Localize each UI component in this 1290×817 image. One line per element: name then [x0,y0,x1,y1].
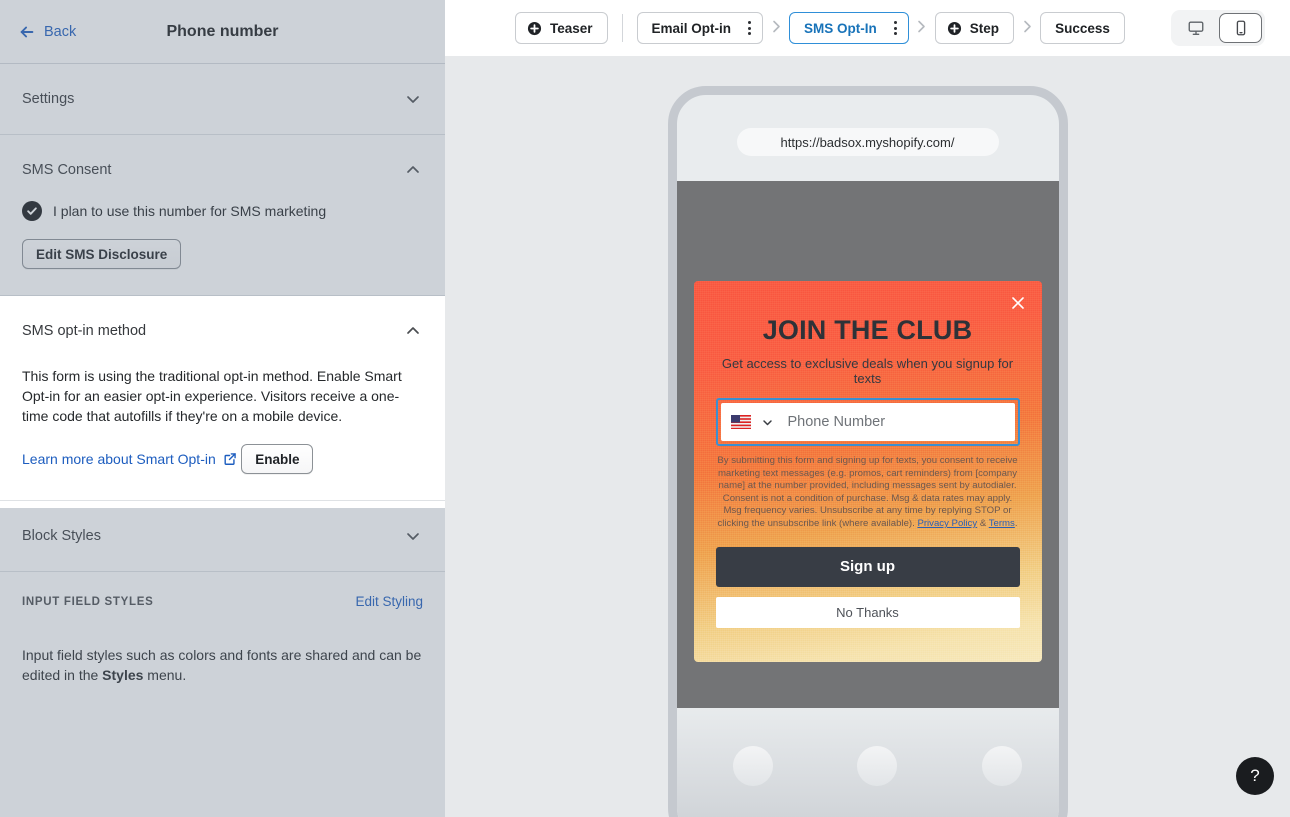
learn-more-label: Learn more about Smart Opt-in [22,450,216,467]
edit-sms-disclosure-button[interactable]: Edit SMS Disclosure [22,239,182,269]
preview-url-bar: https://badsox.myshopify.com/ [736,128,999,156]
sign-up-button[interactable]: Sign up [715,546,1020,587]
input-field-styles-eyebrow: INPUT FIELD STYLES [22,595,154,608]
mobile-icon [1232,19,1250,37]
mobile-view-button[interactable] [1219,13,1262,43]
note-text-after: menu. [143,667,187,683]
step-teaser-button[interactable]: Teaser [515,12,608,44]
section-header-sms-consent[interactable]: SMS Consent [0,135,445,205]
section-title-sms-optin-method: SMS opt-in method [22,323,147,339]
step-email-optin-menu-icon[interactable] [743,17,756,39]
preview-stage: https://badsox.myshopify.com/ JOIN THE C… [445,56,1290,817]
external-link-icon [223,452,237,466]
popup-subheadline: Get access to exclusive deals when you s… [721,356,1014,386]
desktop-icon [1187,19,1205,37]
section-header-sms-optin-method[interactable]: SMS opt-in method [0,296,445,366]
section-title-sms-consent: SMS Consent [22,162,112,178]
back-button[interactable]: Back [18,23,76,41]
step-email-optin-label: Email Opt-in [651,20,732,36]
step-toolbar: Teaser Email Opt-in SMS Opt-In Step Succ… [445,0,1290,56]
chevron-up-icon [403,321,423,341]
preview-url-text: https://badsox.myshopify.com/ [780,134,955,150]
phone-number-placeholder: Phone Number [787,414,886,430]
input-field-styles-header: INPUT FIELD STYLES Edit Styling [22,594,423,609]
section-block-styles: Block Styles [0,501,445,572]
sms-marketing-checkbox-label: I plan to use this number for SMS market… [53,203,327,219]
section-body-sms-consent: I plan to use this number for SMS market… [0,201,445,295]
section-sms-optin-method: SMS opt-in method This form is using the… [0,296,445,501]
note-text-bold: Styles [102,667,144,683]
popup-close-button[interactable] [1008,293,1028,313]
section-title-block-styles: Block Styles [22,528,101,544]
no-thanks-button[interactable]: No Thanks [715,596,1020,628]
preview-canvas: Teaser Email Opt-in SMS Opt-In Step Succ… [445,0,1290,817]
step-teaser-label: Teaser [550,20,593,36]
device-toggle [1171,10,1265,46]
section-input-field-styles: INPUT FIELD STYLES Edit Styling Input fi… [0,572,445,707]
chevron-down-icon [403,89,423,109]
add-step-button[interactable]: Step [934,12,1015,44]
sms-marketing-checkbox-row[interactable]: I plan to use this number for SMS market… [22,201,423,221]
section-header-settings[interactable]: Settings [0,64,445,134]
learn-more-smart-optin-link[interactable]: Learn more about Smart Opt-in [22,451,237,467]
chevron-down-icon [403,526,423,546]
chevron-right-icon [1014,20,1040,36]
footer-dot [856,746,897,786]
plus-circle-icon [527,21,542,36]
settings-sidebar: Back Phone number Settings SMS Consent I… [0,0,445,817]
disclosure-period: . [1014,517,1018,529]
chevron-right-icon [763,20,789,36]
disclosure-amp: & [977,517,989,529]
phone-field-selection-outline[interactable]: Phone Number [715,398,1020,446]
sidebar-header: Back Phone number [0,0,445,64]
popup-content: JOIN THE CLUB Get access to exclusive de… [715,315,1020,628]
chevron-down-icon[interactable] [761,416,774,429]
edit-styling-link[interactable]: Edit Styling [355,594,423,609]
help-button[interactable]: ? [1236,757,1274,795]
us-flag-icon [730,415,751,429]
phone-viewport: JOIN THE CLUB Get access to exclusive de… [676,181,1059,708]
phone-frame: https://badsox.myshopify.com/ JOIN THE C… [667,86,1068,817]
step-email-optin-button[interactable]: Email Opt-in [636,12,764,44]
phone-footer [676,708,1059,817]
section-body-sms-optin-method: This form is using the traditional opt-i… [0,366,445,500]
step-sms-optin-label: SMS Opt-In [804,20,877,36]
section-title-settings: Settings [22,91,75,107]
app-root: Back Phone number Settings SMS Consent I… [0,0,1290,817]
sms-optin-description: This form is using the traditional opt-i… [22,368,402,424]
popup-headline: JOIN THE CLUB [762,315,973,345]
signup-popup: JOIN THE CLUB Get access to exclusive de… [693,281,1042,662]
terms-link[interactable]: Terms [989,518,1015,529]
section-settings: Settings [0,64,445,135]
chevron-right-icon [909,20,935,36]
section-sms-consent: SMS Consent I plan to use this number fo… [0,135,445,296]
arrow-left-icon [18,23,36,41]
note-text-before: Input field styles such as colors and fo… [22,647,422,683]
privacy-policy-link[interactable]: Privacy Policy [917,518,977,529]
chevron-up-icon [403,160,423,180]
footer-dot [732,746,773,786]
popup-disclosure-text: By submitting this form and signing up f… [716,455,1020,531]
input-field-styles-note: Input field styles such as colors and fo… [22,645,423,685]
step-sms-optin-menu-icon[interactable] [889,17,902,39]
back-label: Back [44,23,77,40]
add-step-label: Step [969,20,1000,36]
phone-number-input[interactable]: Phone Number [720,403,1015,441]
footer-dot [981,746,1022,786]
step-success-label: Success [1055,20,1110,36]
step-success-button[interactable]: Success [1040,12,1125,44]
checkbox-checked-icon[interactable] [22,201,42,221]
section-header-block-styles[interactable]: Block Styles [0,501,445,571]
plus-circle-icon [947,21,962,36]
step-sms-optin-button[interactable]: SMS Opt-In [789,12,909,44]
desktop-view-button[interactable] [1174,13,1217,43]
enable-smart-optin-button[interactable]: Enable [241,444,314,474]
toolbar-divider [621,14,623,42]
step-list: Teaser Email Opt-in SMS Opt-In Step Succ… [515,12,1125,44]
